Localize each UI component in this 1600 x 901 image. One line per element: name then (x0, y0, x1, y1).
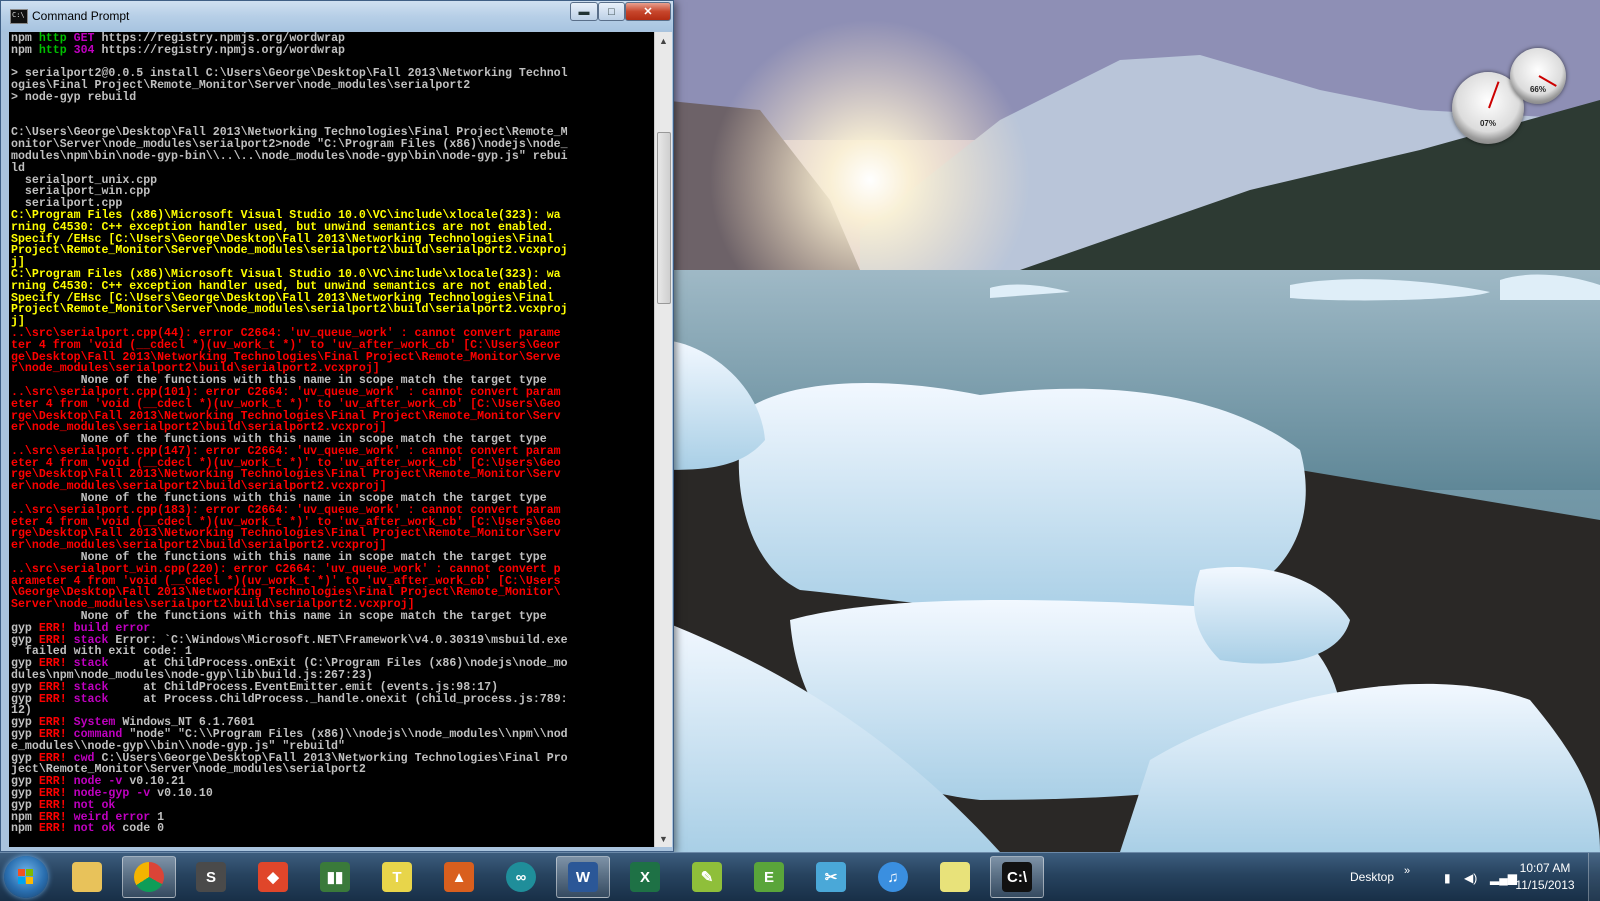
taskbar-item-cmd[interactable]: C:\ (990, 856, 1044, 898)
console-text-segment: not ok (73, 822, 123, 836)
evernote-icon: E (754, 862, 784, 892)
taskbar-item-git[interactable]: ◆ (246, 856, 300, 898)
console-text-segment: code 0 (122, 822, 165, 836)
snipping-tool-icon: ✂ (816, 862, 846, 892)
taskbar-item-matlab[interactable]: ▲ (432, 856, 486, 898)
taskbar-item-notepad[interactable]: ✎ (680, 856, 734, 898)
excel-icon: X (630, 862, 660, 892)
console-text-segment: stack (73, 692, 144, 706)
console-text-segment: ERR! (38, 692, 74, 706)
taskbar-item-sublime[interactable]: S (184, 856, 238, 898)
battery-icon[interactable]: ▮ (1444, 871, 1451, 885)
console-line: npm ERR! not ok code 0 (11, 823, 654, 835)
taskbar-item-snipping[interactable]: ✂ (804, 856, 858, 898)
console-text-segment: 304 (73, 43, 102, 57)
taskbar-item-excel[interactable]: X (618, 856, 672, 898)
console-text-segment: https://registry.npmjs.org/wordwrap (101, 43, 345, 57)
itunes-icon: ♫ (878, 862, 908, 892)
vertical-scrollbar[interactable]: ▲ ▼ (654, 32, 672, 847)
sticky-notes-icon (940, 862, 970, 892)
console-line: > node-gyp rebuild (11, 92, 654, 104)
sublime-text-icon: S (196, 862, 226, 892)
maximize-button[interactable]: □ (598, 2, 625, 21)
arduino-icon: ∞ (506, 862, 536, 892)
console-lines: npm http GET https://registry.npmjs.org/… (9, 32, 654, 835)
desktop-toolbar-label[interactable]: Desktop (1350, 870, 1394, 884)
command-prompt-icon[interactable]: C:\ (10, 9, 28, 24)
scroll-up-arrow-icon[interactable]: ▲ (655, 32, 672, 49)
taskbar-item-explorer[interactable] (60, 856, 114, 898)
matlab-icon: ▲ (444, 862, 474, 892)
console-text-segment: at Process.ChildProcess._handle.onexit (… (143, 692, 568, 706)
console-line: modules\npm\bin\node-gyp-bin\\..\..\node… (11, 151, 654, 163)
console-text-segment: http (38, 43, 74, 57)
start-button[interactable] (4, 856, 48, 898)
cpu-needle (1488, 81, 1500, 109)
notepad-plus-icon: ✎ (692, 862, 722, 892)
taskbar: S ◆ ▮▮ T ▲ ∞ W X ✎ E ✂ ♫ C:\ Desktop » ▮ ◀) ▂▄▆ 10:0… (0, 852, 1600, 901)
console-line: npm http 304 https://registry.npmjs.org/… (11, 43, 654, 57)
memory-percent: 66% (1529, 85, 1546, 94)
show-hidden-icons-chevron[interactable]: » (1404, 865, 1410, 877)
console-text-segment: modules\npm\bin\node-gyp-bin\\..\..\node… (11, 149, 568, 163)
taskbar-item-evernote[interactable]: E (742, 856, 796, 898)
windows-logo-icon (18, 869, 34, 885)
console-text-segment: ERR! (38, 822, 74, 836)
scroll-down-arrow-icon[interactable]: ▼ (655, 830, 672, 847)
console-line: gyp ERR! stack at Process.ChildProcess._… (11, 692, 654, 706)
taskbar-item-sticky[interactable] (928, 856, 982, 898)
console-line: Project\Remote_Monitor\Server\node_modul… (11, 245, 654, 257)
chrome-icon (134, 862, 164, 892)
console-output[interactable]: npm http GET https://registry.npmjs.org/… (9, 32, 654, 847)
console-text-segment: v0.10.10 (157, 787, 213, 800)
volume-icon[interactable]: ◀) (1464, 871, 1477, 885)
word-icon: W (568, 862, 598, 892)
console-text-segment: npm (11, 822, 39, 836)
cpu-percent: 07% (1479, 119, 1496, 128)
taskbar-item-network[interactable]: ▮▮ (308, 856, 362, 898)
taskbar-item-arduino[interactable]: ∞ (494, 856, 548, 898)
window-title: Command Prompt (32, 9, 130, 23)
close-button[interactable]: ✕ (625, 2, 671, 21)
taskbar-item-itunes[interactable]: ♫ (866, 856, 920, 898)
system-clock[interactable]: 10:07 AM 11/15/2013 (1510, 860, 1580, 894)
clock-time: 10:07 AM (1519, 861, 1571, 875)
clock-date: 11/15/2013 (1515, 878, 1575, 892)
console-text-segment: Project\Remote_Monitor\Server\node_modul… (11, 244, 568, 258)
folder-icon (72, 862, 102, 892)
git-icon: ◆ (258, 862, 288, 892)
minimize-button[interactable]: ▬ (570, 2, 598, 21)
taskbar-item-chrome[interactable] (122, 856, 176, 898)
show-desktop-button[interactable] (1588, 853, 1600, 901)
window-titlebar[interactable]: C:\ Command Prompt ▬ □ ✕ (1, 1, 673, 31)
console-line: Project\Remote_Monitor\Server\node_modul… (11, 304, 654, 316)
cpu-meter-gadget[interactable]: 07% 66% (1452, 48, 1592, 144)
taskbar-item-word[interactable]: W (556, 856, 610, 898)
scroll-thumb[interactable] (657, 132, 671, 304)
console-text-segment: Project\Remote_Monitor\Server\node_modul… (11, 303, 568, 317)
taskbar-item-textpad[interactable]: T (370, 856, 424, 898)
command-prompt-window[interactable]: C:\ Command Prompt ▬ □ ✕ npm http GET ht… (0, 0, 674, 852)
command-prompt-icon: C:\ (1002, 862, 1032, 892)
network-monitor-icon: ▮▮ (320, 862, 350, 892)
memory-gauge: 66% (1510, 48, 1566, 104)
console-text-segment: npm (11, 43, 39, 57)
textpad-icon: T (382, 862, 412, 892)
console-text-segment: > node-gyp rebuild (11, 90, 137, 104)
